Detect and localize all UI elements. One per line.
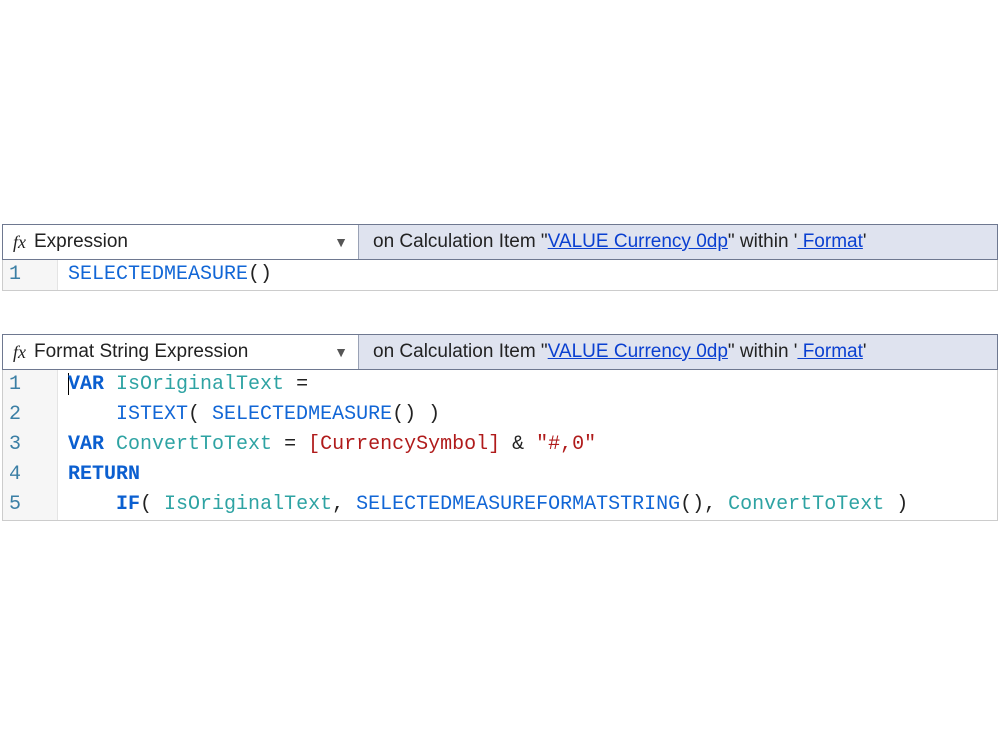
code-token: IsOriginalText — [116, 373, 284, 396]
editor-header-bar: fxFormat String Expression▼on Calculatio… — [2, 334, 998, 370]
code-token: , — [332, 493, 356, 516]
expression-type-dropdown[interactable]: fxFormat String Expression▼ — [3, 335, 359, 369]
fx-icon: fx — [3, 232, 34, 253]
code-token: = — [272, 433, 308, 456]
code-line[interactable]: 3VAR ConvertToText = [CurrencySymbol] & … — [3, 430, 997, 460]
calculation-item-link[interactable]: VALUE Currency 0dp — [548, 231, 728, 253]
code-content[interactable]: VAR IsOriginalText = — [58, 370, 308, 400]
line-number: 1 — [3, 260, 58, 290]
code-token: ( — [140, 493, 164, 516]
dropdown-label: Expression — [34, 231, 324, 253]
code-editor[interactable]: 1VAR IsOriginalText =2 ISTEXT( SELECTEDM… — [2, 370, 998, 521]
code-token: () — [248, 263, 272, 286]
context-mid: " within ' — [728, 341, 798, 363]
context-mid: " within ' — [728, 231, 798, 253]
editor-header-bar: fxExpression▼on Calculation Item "VALUE … — [2, 224, 998, 260]
expression-type-dropdown[interactable]: fxExpression▼ — [3, 225, 359, 259]
code-line[interactable]: 1VAR IsOriginalText = — [3, 370, 997, 400]
line-number: 4 — [3, 460, 58, 490]
line-number: 2 — [3, 400, 58, 430]
code-content[interactable]: RETURN — [58, 460, 140, 490]
line-number: 3 — [3, 430, 58, 460]
indent — [68, 493, 116, 516]
code-token: ConvertToText — [116, 433, 272, 456]
code-token: ) — [884, 493, 908, 516]
indent — [68, 403, 116, 426]
table-link[interactable]: Format — [797, 231, 862, 253]
line-number: 5 — [3, 490, 58, 520]
code-token: VAR — [68, 433, 104, 456]
code-line[interactable]: 4 RETURN — [3, 460, 997, 490]
code-token: SELECTEDMEASUREFORMATSTRING — [356, 493, 680, 516]
context-suffix: ' — [863, 231, 867, 253]
code-content[interactable]: SELECTEDMEASURE() — [58, 260, 272, 290]
line-number: 1 — [3, 370, 58, 400]
code-token: () ) — [392, 403, 440, 426]
editor-panel: fxFormat String Expression▼on Calculatio… — [2, 334, 998, 521]
code-token: SELECTEDMEASURE — [212, 403, 392, 426]
code-content[interactable]: VAR ConvertToText = [CurrencySymbol] & "… — [58, 430, 596, 460]
context-suffix: ' — [863, 341, 867, 363]
code-token: (), — [680, 493, 728, 516]
code-content[interactable]: ISTEXT( SELECTEDMEASURE() ) — [58, 400, 440, 430]
editor-panel: fxExpression▼on Calculation Item "VALUE … — [2, 224, 998, 291]
code-token: RETURN — [68, 463, 140, 486]
code-token: [CurrencySymbol] — [308, 433, 500, 456]
code-token — [104, 433, 116, 456]
code-token: ( — [188, 403, 212, 426]
code-token: SELECTEDMEASURE — [68, 263, 248, 286]
chevron-down-icon: ▼ — [324, 344, 358, 360]
code-token: IsOriginalText — [164, 493, 332, 516]
context-prefix: on Calculation Item " — [373, 231, 548, 253]
code-content[interactable]: IF( IsOriginalText, SELECTEDMEASUREFORMA… — [58, 490, 908, 520]
context-prefix: on Calculation Item " — [373, 341, 548, 363]
code-line[interactable]: 5 IF( IsOriginalText, SELECTEDMEASUREFOR… — [3, 490, 997, 520]
context-breadcrumb: on Calculation Item "VALUE Currency 0dp"… — [359, 225, 867, 259]
chevron-down-icon: ▼ — [324, 234, 358, 250]
context-breadcrumb: on Calculation Item "VALUE Currency 0dp"… — [359, 335, 867, 369]
code-editor[interactable]: 1SELECTEDMEASURE() — [2, 260, 998, 291]
code-token: VAR — [68, 373, 104, 396]
code-token: "#,0" — [536, 433, 596, 456]
code-token — [104, 373, 116, 396]
code-token: IF — [116, 493, 140, 516]
code-token: ISTEXT — [116, 403, 188, 426]
calculation-item-link[interactable]: VALUE Currency 0dp — [548, 341, 728, 363]
dropdown-label: Format String Expression — [34, 341, 324, 363]
code-line[interactable]: 2 ISTEXT( SELECTEDMEASURE() ) — [3, 400, 997, 430]
table-link[interactable]: Format — [797, 341, 862, 363]
code-line[interactable]: 1SELECTEDMEASURE() — [3, 260, 997, 290]
code-token: = — [284, 373, 308, 396]
code-token: ConvertToText — [728, 493, 884, 516]
fx-icon: fx — [3, 342, 34, 363]
code-token: & — [500, 433, 536, 456]
